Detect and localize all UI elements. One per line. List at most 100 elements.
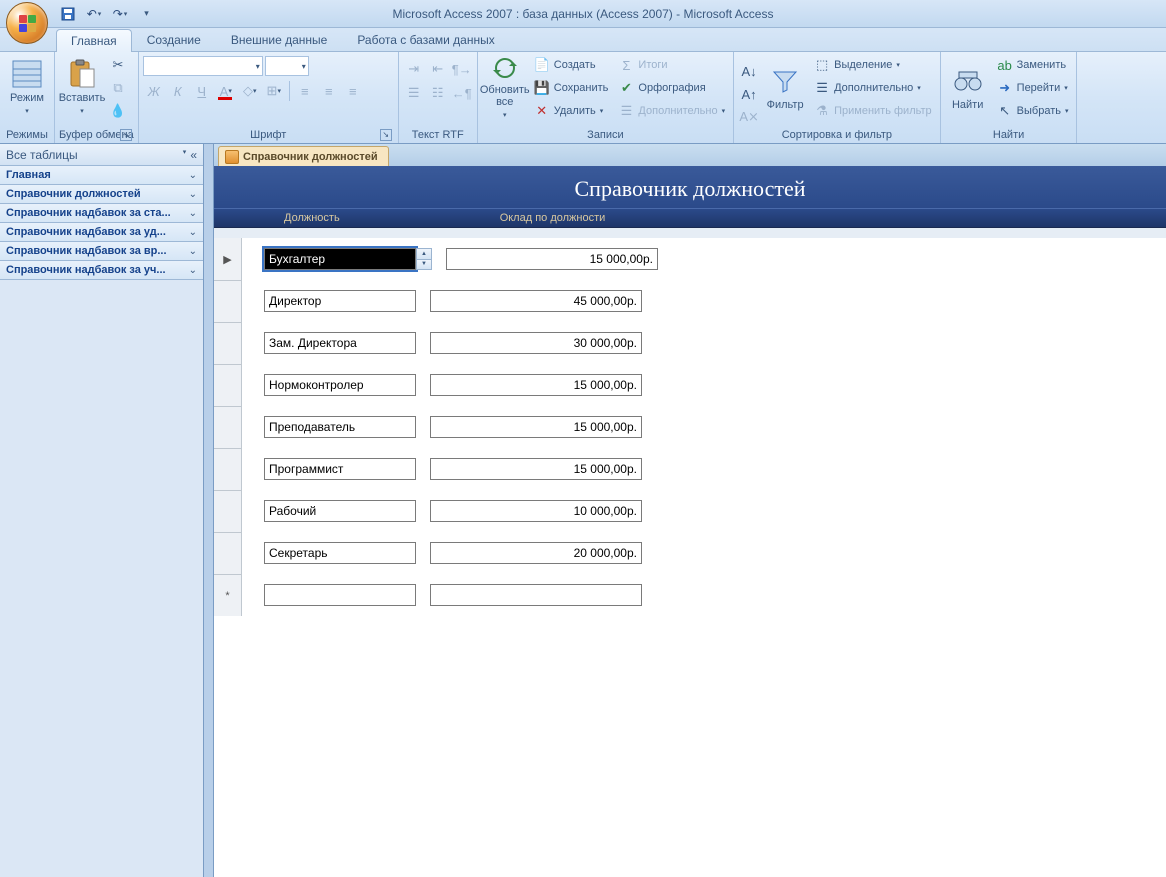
- rtl-icon[interactable]: ←¶: [451, 82, 473, 104]
- record-selector[interactable]: ▶: [214, 238, 242, 280]
- record-selector[interactable]: [214, 532, 242, 574]
- bullet-list-icon[interactable]: ☰: [403, 82, 425, 104]
- align-right-icon[interactable]: ≡: [342, 80, 364, 102]
- record-row[interactable]: [214, 280, 1166, 322]
- sort-desc-icon[interactable]: A↑: [738, 83, 760, 105]
- position-input[interactable]: [264, 500, 416, 522]
- save-icon[interactable]: [56, 3, 80, 25]
- salary-input[interactable]: [430, 374, 642, 396]
- selection-filter-button[interactable]: ⬚Выделение ▾: [810, 54, 936, 76]
- doc-tab[interactable]: Справочник должностей: [218, 146, 389, 166]
- position-input[interactable]: [264, 416, 416, 438]
- copy-icon[interactable]: ⧉: [107, 77, 129, 99]
- replace-button[interactable]: abЗаменить: [993, 54, 1073, 76]
- align-center-icon[interactable]: ≡: [318, 80, 340, 102]
- salary-input[interactable]: [430, 542, 642, 564]
- align-left-icon[interactable]: ≡: [294, 80, 316, 102]
- ltr-icon[interactable]: ¶→: [451, 58, 473, 80]
- record-selector[interactable]: [214, 322, 242, 364]
- record-selector[interactable]: [214, 364, 242, 406]
- underline-icon[interactable]: Ч: [191, 80, 213, 102]
- new-record-button[interactable]: 📄Создать: [530, 54, 613, 76]
- paste-button[interactable]: Вставить▾: [59, 54, 105, 122]
- salary-input[interactable]: [430, 290, 642, 312]
- sort-asc-icon[interactable]: A↓: [738, 60, 760, 82]
- clipboard-launcher[interactable]: ↘: [120, 129, 132, 141]
- totals-button[interactable]: ΣИтоги: [614, 54, 729, 76]
- records-more-button[interactable]: ☰Дополнительно ▾: [614, 100, 729, 122]
- salary-input[interactable]: [446, 248, 658, 270]
- italic-icon[interactable]: К: [167, 80, 189, 102]
- nav-dropdown-icon[interactable]: ▾: [183, 148, 187, 162]
- font-launcher[interactable]: ↘: [380, 129, 392, 141]
- goto-button[interactable]: ➜Перейти ▾: [993, 77, 1073, 99]
- nav-item-sup2[interactable]: Справочник надбавок за уд...⌄: [0, 222, 203, 242]
- quick-access-toolbar: ↶▾ ↷▾ ▾: [56, 3, 158, 25]
- position-input[interactable]: [264, 290, 416, 312]
- ribbon-tab-home[interactable]: Главная: [56, 29, 132, 52]
- find-button[interactable]: Найти: [945, 54, 991, 122]
- ribbon-tab-create[interactable]: Создание: [132, 28, 216, 51]
- ribbon-tab-dbtools[interactable]: Работа с базами данных: [342, 28, 509, 51]
- record-selector[interactable]: [214, 448, 242, 490]
- nav-item-positions[interactable]: Справочник должностей⌄: [0, 184, 203, 204]
- save-record-button[interactable]: 💾Сохранить: [530, 77, 613, 99]
- salary-input[interactable]: [430, 416, 642, 438]
- position-input[interactable]: [264, 458, 416, 480]
- nav-header[interactable]: Все таблицы ▾«: [0, 144, 203, 166]
- font-size-select[interactable]: [265, 56, 309, 76]
- record-row[interactable]: [214, 448, 1166, 490]
- qat-customize-icon[interactable]: ▾: [134, 3, 158, 25]
- increase-indent-icon[interactable]: ⇥: [403, 58, 425, 80]
- bold-icon[interactable]: Ж: [143, 80, 165, 102]
- nav-collapse-icon[interactable]: «: [190, 148, 197, 162]
- font-name-select[interactable]: [143, 56, 263, 76]
- nav-item-sup1[interactable]: Справочник надбавок за ста...⌄: [0, 203, 203, 223]
- spinner-down-icon[interactable]: ▼: [417, 259, 431, 270]
- format-painter-icon[interactable]: 💧: [107, 100, 129, 122]
- clear-sort-icon[interactable]: A⨯: [738, 106, 760, 128]
- nav-item-sup4[interactable]: Справочник надбавок за уч...⌄: [0, 260, 203, 280]
- ribbon-tab-external[interactable]: Внешние данные: [216, 28, 343, 51]
- salary-input[interactable]: [430, 332, 642, 354]
- nav-item-main[interactable]: Главная⌄: [0, 165, 203, 185]
- nav-item-sup3[interactable]: Справочник надбавок за вр...⌄: [0, 241, 203, 261]
- undo-icon[interactable]: ↶▾: [82, 3, 106, 25]
- record-row[interactable]: [214, 322, 1166, 364]
- select-button[interactable]: ↖Выбрать ▾: [993, 100, 1073, 122]
- delete-record-button[interactable]: ✕Удалить ▾: [530, 100, 613, 122]
- spinner[interactable]: ▲▼: [416, 248, 432, 270]
- spelling-button[interactable]: ✔Орфография: [614, 77, 729, 99]
- record-row[interactable]: [214, 532, 1166, 574]
- toggle-filter-button[interactable]: ⚗Применить фильтр: [810, 100, 936, 122]
- refresh-all-button[interactable]: Обновить все▾: [482, 54, 528, 122]
- position-input[interactable]: [264, 332, 416, 354]
- record-row[interactable]: [214, 406, 1166, 448]
- position-input[interactable]: [264, 542, 416, 564]
- record-row[interactable]: [214, 490, 1166, 532]
- salary-input-new[interactable]: [430, 584, 642, 606]
- redo-icon[interactable]: ↷▾: [108, 3, 132, 25]
- cut-icon[interactable]: ✂: [107, 54, 129, 76]
- record-selector[interactable]: [214, 280, 242, 322]
- position-input[interactable]: [264, 248, 416, 270]
- record-selector[interactable]: [214, 490, 242, 532]
- record-selector[interactable]: [214, 406, 242, 448]
- record-row[interactable]: ▶ ▲▼: [214, 238, 1166, 280]
- salary-input[interactable]: [430, 500, 642, 522]
- position-input[interactable]: [264, 374, 416, 396]
- view-mode-button[interactable]: Режим▾: [4, 54, 50, 122]
- filter-button[interactable]: Фильтр: [762, 54, 808, 122]
- font-color-icon[interactable]: A▾: [215, 80, 237, 102]
- decrease-indent-icon[interactable]: ⇤: [427, 58, 449, 80]
- salary-input[interactable]: [430, 458, 642, 480]
- number-list-icon[interactable]: ☷: [427, 82, 449, 104]
- record-row[interactable]: [214, 364, 1166, 406]
- position-input-new[interactable]: [264, 584, 416, 606]
- fill-color-icon[interactable]: ◇▾: [239, 80, 261, 102]
- new-record-row[interactable]: *: [214, 574, 1166, 616]
- office-button[interactable]: [6, 2, 48, 44]
- spinner-up-icon[interactable]: ▲: [417, 249, 431, 259]
- advanced-filter-button[interactable]: ☰Дополнительно ▾: [810, 77, 936, 99]
- gridlines-icon[interactable]: ⊞▾: [263, 80, 285, 102]
